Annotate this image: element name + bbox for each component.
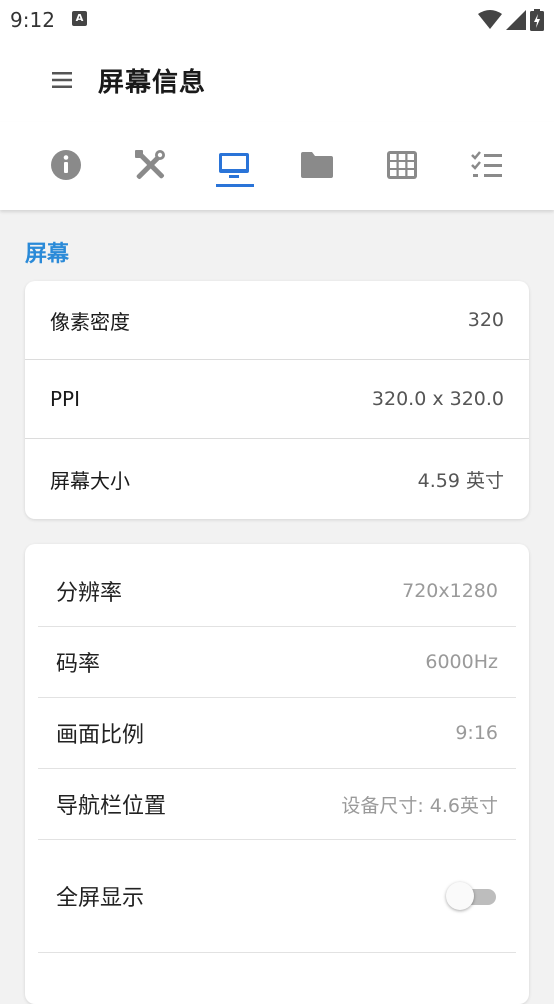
tools-icon [135,150,165,180]
tab-checklist[interactable] [462,140,512,190]
tab-info[interactable] [41,140,91,190]
checklist-icon [471,151,502,177]
status-time: 9:12 [10,8,55,32]
row-label: 全屏显示 [56,886,145,911]
row-value: 4.59 英寸 [417,469,504,492]
row-label: PPI [50,387,81,411]
grid-icon [387,151,417,179]
battery-icon [530,9,544,31]
notification-icon: A [72,11,87,26]
fullscreen-toggle[interactable] [446,881,498,911]
row-label: 导航栏位置 [56,794,167,819]
tab-bar [0,122,554,210]
list-item: PPI 320.0 x 320.0 [25,360,529,439]
folder-icon [301,152,333,178]
page-title: 屏幕信息 [98,68,207,98]
row-label: 画面比例 [56,723,145,748]
row-value: 320.0 x 320.0 [371,388,504,410]
signal-icon [506,10,526,30]
row-label: 码率 [56,652,101,677]
display-settings-card: 分辨率 720x1280 码率 6000Hz 画面比例 9:16 导航栏位置 设… [25,544,529,1004]
tab-grid[interactable] [377,140,427,190]
toggle-thumb [446,882,474,910]
monitor-icon [219,153,249,178]
tab-storage[interactable] [292,140,342,190]
row-label: 像素密度 [50,309,130,334]
info-icon [51,150,81,180]
fullscreen-row[interactable]: 全屏显示 [38,840,516,953]
menu-icon[interactable] [50,68,74,92]
row-value: 6000Hz [425,651,498,673]
list-item[interactable]: 分辨率 720x1280 [38,556,516,627]
tab-display[interactable] [209,140,259,190]
row-value: 设备尺寸: 4.6英寸 [341,794,498,817]
status-icons [478,9,544,31]
list-item[interactable]: 画面比例 9:16 [38,698,516,769]
row-value: 320 [467,309,504,331]
list-item[interactable]: 码率 6000Hz [38,627,516,698]
screen-info-card: 像素密度 320 PPI 320.0 x 320.0 屏幕大小 4.59 英寸 [25,281,529,519]
section-title: 屏幕 [25,242,70,267]
wifi-icon [478,10,502,29]
row-value: 720x1280 [402,580,498,602]
app-bar: 屏幕信息 [0,40,554,122]
row-label: 屏幕大小 [50,468,130,493]
tab-tools[interactable] [125,140,175,190]
tab-selected-indicator [216,184,254,187]
status-bar: 9:12 A [0,0,554,40]
list-item: 像素密度 320 [25,281,529,360]
list-item[interactable]: 导航栏位置 设备尺寸: 4.6英寸 [38,769,516,840]
row-label: 分辨率 [56,581,123,606]
row-value: 9:16 [455,722,498,744]
list-item: 屏幕大小 4.59 英寸 [25,439,529,519]
